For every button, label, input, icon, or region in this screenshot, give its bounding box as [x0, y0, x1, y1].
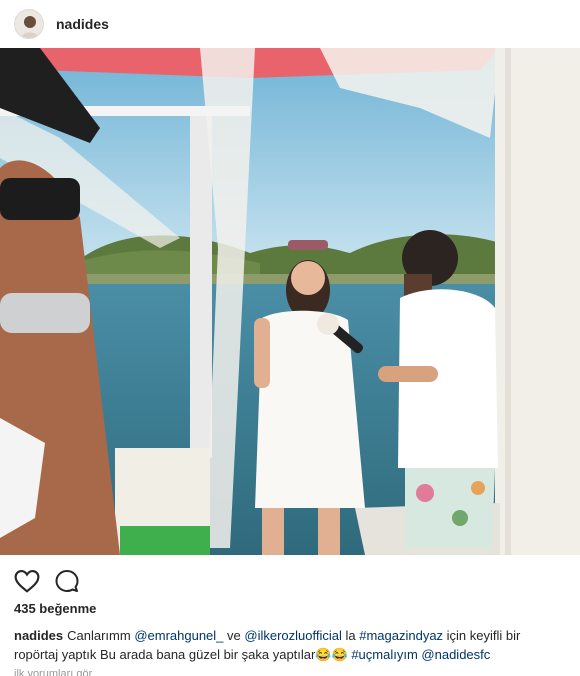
comment-icon[interactable] — [52, 566, 82, 596]
post-photo[interactable] — [0, 48, 580, 555]
caption-text: la — [341, 628, 360, 643]
post-username[interactable]: nadides — [56, 16, 109, 32]
post-caption: nadides Canlarımm @emrahgunel_ ve @ilkero… — [14, 626, 566, 664]
profile-avatar-icon — [15, 10, 43, 38]
hashtag-link[interactable]: #uçmalıyım — [351, 647, 417, 662]
caption-text: ve — [223, 628, 245, 643]
view-comments-link[interactable]: ilk yorumları gör — [14, 668, 194, 676]
post-actions — [12, 566, 92, 596]
avatar[interactable] — [14, 9, 44, 39]
mention-link[interactable]: @nadidesfc — [421, 647, 490, 662]
photo-scene — [0, 48, 580, 555]
hashtag-link[interactable]: #magazindyaz — [359, 628, 443, 643]
caption-text: Canlarımm — [67, 628, 135, 643]
heart-icon[interactable] — [12, 566, 42, 596]
caption-username[interactable]: nadides — [14, 628, 63, 643]
likes-count[interactable]: 435 beğenme — [14, 601, 96, 616]
mention-link[interactable]: @ilkerozluofficial — [244, 628, 342, 643]
post-header: nadides — [0, 0, 580, 48]
mention-link[interactable]: @emrahgunel_ — [134, 628, 223, 643]
